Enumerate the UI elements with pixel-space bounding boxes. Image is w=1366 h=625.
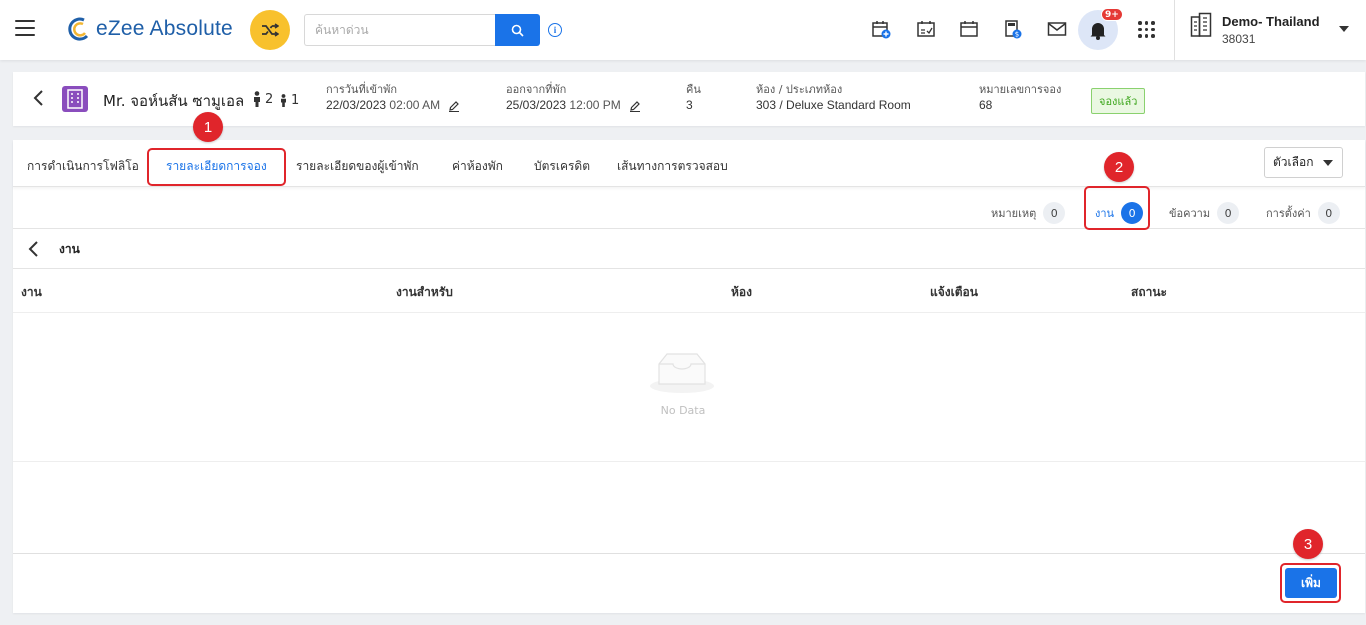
hamburger-menu-icon[interactable] xyxy=(15,20,35,36)
table-bottom-divider xyxy=(13,461,1365,462)
reservation-number-label: หมายเลขการจอง xyxy=(979,83,1062,96)
info-icon[interactable]: i xyxy=(548,23,562,37)
add-reservation-calendar-icon[interactable] xyxy=(870,18,892,40)
departure-date: 25/03/2023 xyxy=(506,98,567,112)
column-header-status[interactable]: สถานะ xyxy=(1131,283,1167,302)
options-label: ตัวเลือก xyxy=(1273,155,1314,169)
callout-3: 3 xyxy=(1293,529,1323,559)
tab-audit-trail[interactable]: เส้นทางการตรวจสอบ xyxy=(617,157,728,176)
subtab-messages[interactable]: ข้อความ 0 xyxy=(1169,202,1240,224)
settings-count: 0 xyxy=(1317,202,1340,224)
property-id: 38031 xyxy=(1222,32,1256,46)
tab-credit-card[interactable]: บัตรเครดิต xyxy=(534,157,590,176)
section-divider xyxy=(13,268,1365,269)
app-logo-text: eZee Absolute xyxy=(96,17,233,40)
property-name[interactable]: Demo- Thailand xyxy=(1222,14,1320,29)
subtab-remarks[interactable]: หมายเหตุ 0 xyxy=(991,202,1066,224)
property-selector[interactable] xyxy=(1190,12,1212,38)
highlight-add-button xyxy=(1280,563,1341,603)
callout-2: 2 xyxy=(1104,152,1134,182)
column-header-room[interactable]: ห้อง xyxy=(731,283,752,302)
nights-label: คืน xyxy=(686,83,701,96)
adult-icon xyxy=(254,91,260,107)
table-header-divider xyxy=(13,312,1365,313)
mail-icon[interactable] xyxy=(1046,18,1068,40)
departure-time: 12:00 PM xyxy=(569,98,621,112)
departure-label: ออกจากที่พัก xyxy=(506,83,567,96)
subtab-divider xyxy=(13,228,1365,229)
column-header-reminder[interactable]: แจ้งเตือน xyxy=(930,283,978,302)
calendar-icon[interactable] xyxy=(958,18,980,40)
apps-grid-icon[interactable] xyxy=(1138,21,1155,38)
arrival-time: 02:00 AM xyxy=(389,98,441,112)
tab-guest-details[interactable]: รายละเอียดของผู้เข้าพัก xyxy=(296,157,419,176)
room-value: 303 / Deluxe Standard Room xyxy=(756,98,911,112)
no-data-text: No Data xyxy=(660,404,706,417)
notification-count-badge: 9+ xyxy=(1101,8,1123,21)
search-button[interactable] xyxy=(495,14,540,46)
ezee-logo-icon xyxy=(68,17,89,41)
section-title: งาน xyxy=(59,242,80,256)
search-icon xyxy=(511,24,524,37)
messages-count: 0 xyxy=(1217,202,1240,224)
highlight-booking-details-tab xyxy=(147,148,286,186)
hotel-building-icon xyxy=(62,86,88,112)
adult-count: 2 xyxy=(252,91,273,107)
room-label: ห้อง / ประเภทห้อง xyxy=(756,83,843,96)
section-back-chevron-icon[interactable] xyxy=(26,240,40,258)
checkin-calendar-icon[interactable] xyxy=(915,18,937,40)
remarks-count: 0 xyxy=(1043,202,1066,224)
back-chevron-icon[interactable] xyxy=(30,88,46,108)
topbar-divider xyxy=(1174,0,1175,60)
column-header-task[interactable]: งาน xyxy=(21,283,42,302)
reservation-number: 68 xyxy=(979,98,993,112)
bell-icon xyxy=(1090,23,1106,40)
departure-value: 25/03/2023 12:00 PM xyxy=(506,98,641,112)
arrival-date: 22/03/2023 xyxy=(326,98,387,112)
building-icon xyxy=(1190,12,1212,37)
child-icon xyxy=(281,94,286,107)
svg-text:$: $ xyxy=(1015,31,1019,39)
tab-room-charges[interactable]: ค่าห้องพัก xyxy=(452,157,503,176)
footer-divider xyxy=(13,553,1365,554)
options-caret-icon xyxy=(1323,159,1334,166)
edit-arrival-pencil-icon[interactable] xyxy=(448,100,460,112)
tab-folio-operations[interactable]: การดำเนินการโฟลิโอ xyxy=(27,157,139,176)
app-logo[interactable]: eZee Absolute xyxy=(66,16,233,42)
quick-search-input[interactable] xyxy=(304,14,496,46)
shuffle-button[interactable] xyxy=(250,10,290,50)
arrival-label: การวันที่เข้าพัก xyxy=(326,83,398,96)
empty-inbox-icon xyxy=(650,353,714,393)
arrival-value: 22/03/2023 02:00 AM xyxy=(326,98,460,112)
edit-departure-pencil-icon[interactable] xyxy=(629,100,641,112)
billing-calculator-icon[interactable]: $ xyxy=(1002,18,1024,40)
shuffle-icon xyxy=(262,23,279,37)
column-header-task-for[interactable]: งานสำหรับ xyxy=(396,283,453,302)
highlight-tasks-subtab xyxy=(1084,186,1150,230)
options-dropdown-button[interactable]: ตัวเลือก xyxy=(1264,147,1343,178)
subtab-settings[interactable]: การตั้งค่า 0 xyxy=(1266,202,1340,224)
callout-1: 1 xyxy=(193,112,223,142)
guest-name: Mr. จอห์นสัน ซามูเอล xyxy=(103,92,245,110)
status-badge: จองแล้ว xyxy=(1091,88,1146,114)
child-count: 1 xyxy=(279,93,299,108)
property-dropdown-caret-icon[interactable] xyxy=(1339,26,1349,32)
nights-value: 3 xyxy=(686,98,693,112)
